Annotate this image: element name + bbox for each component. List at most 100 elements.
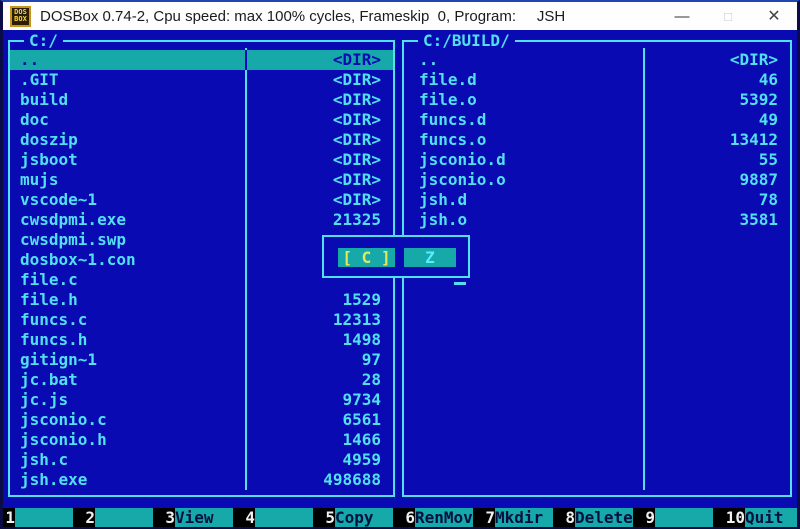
fkey-slot-8[interactable]: 8Delete <box>563 508 643 527</box>
file-size: 1529 <box>342 290 393 310</box>
file-size: 6561 <box>342 410 393 430</box>
fkey-slot-5[interactable]: 5Copy <box>323 508 403 527</box>
right-file-row[interactable]: file.d 46 <box>404 70 790 90</box>
close-button[interactable]: ✕ <box>751 2 797 30</box>
left-file-row[interactable]: jsh.c4959 <box>10 450 393 470</box>
file-size: <DIR> <box>333 50 393 70</box>
right-file-row[interactable]: jsh.o3581 <box>404 210 790 230</box>
app-icon-text-bottom: BOX <box>14 16 27 23</box>
fkey-slot-4[interactable]: 4 <box>243 508 323 527</box>
right-file-row[interactable]: file.o 5392 <box>404 90 790 110</box>
file-size: 49 <box>759 110 790 130</box>
file-name: jc.bat <box>10 370 78 390</box>
left-file-row[interactable]: jsh.exe498688 <box>10 470 393 490</box>
fkey-label <box>255 508 313 527</box>
window-controls: — □ ✕ <box>659 2 797 30</box>
minimize-button[interactable]: — <box>659 2 705 30</box>
fkey-number: 8 <box>563 508 575 527</box>
right-file-row[interactable]: jsconio.d55 <box>404 150 790 170</box>
file-size: <DIR> <box>730 50 790 70</box>
file-name: jc.js <box>10 390 68 410</box>
left-file-row[interactable]: jsconio.c6561 <box>10 410 393 430</box>
file-name: file.h <box>10 290 78 310</box>
fkey-number: 2 <box>83 508 95 527</box>
dosbox-app-icon: DOS BOX <box>10 6 31 27</box>
left-file-row[interactable]: doc <DIR> <box>10 110 393 130</box>
left-file-row[interactable]: file.h 1529 <box>10 290 393 310</box>
left-file-row[interactable]: gitign~1 97 <box>10 350 393 370</box>
file-name: gitign~1 <box>10 350 97 370</box>
fkey-slot-6[interactable]: 6RenMov <box>403 508 483 527</box>
drive-button-z[interactable]: Z <box>404 248 456 267</box>
fkey-slot-7[interactable]: 7Mkdir <box>483 508 563 527</box>
drive-button-c[interactable]: [ C ] <box>338 248 395 267</box>
fkey-label: View <box>175 508 233 527</box>
file-name: doc <box>10 110 49 130</box>
fkey-number: 4 <box>243 508 255 527</box>
file-size: <DIR> <box>333 190 393 210</box>
maximize-icon: □ <box>724 9 732 24</box>
left-file-row[interactable]: mujs<DIR> <box>10 170 393 190</box>
right-file-row[interactable]: jsh.d78 <box>404 190 790 210</box>
close-icon: ✕ <box>767 6 780 26</box>
left-file-row[interactable]: cwsdpmi.exe21325 <box>10 210 393 230</box>
file-name: doszip <box>10 130 78 150</box>
right-file-row[interactable]: ..<DIR> <box>404 50 790 70</box>
file-size: 9887 <box>739 170 790 190</box>
right-file-row[interactable]: funcs.o13412 <box>404 130 790 150</box>
file-size: 498688 <box>323 470 393 490</box>
dos-screen: C:/ ..<DIR>.GIT<DIR>build<DIR>doc<DIR>do… <box>3 30 797 527</box>
file-size: 9734 <box>342 390 393 410</box>
file-size: <DIR> <box>333 170 393 190</box>
fkey-slot-2[interactable]: 2 <box>83 508 163 527</box>
fkey-slot-10[interactable]: 10Quit <box>723 508 797 527</box>
right-file-row[interactable]: jsconio.o9887 <box>404 170 790 190</box>
left-file-row[interactable]: jc.js 9734 <box>10 390 393 410</box>
file-size: 46 <box>759 70 790 90</box>
function-key-bar: 123View45Copy6RenMov7Mkdir8Delete910Quit <box>3 508 797 527</box>
dosbox-window: DOS BOX DOSBox 0.74-2, Cpu speed: max 10… <box>0 0 800 529</box>
left-file-row[interactable]: .GIT<DIR> <box>10 70 393 90</box>
left-file-row[interactable]: jsboot <DIR> <box>10 150 393 170</box>
file-name: funcs.d <box>404 110 486 130</box>
left-file-row[interactable]: jc.bat 28 <box>10 370 393 390</box>
left-file-row[interactable]: build <DIR> <box>10 90 393 110</box>
left-file-row[interactable]: doszip<DIR> <box>10 130 393 150</box>
file-size: 5392 <box>739 90 790 110</box>
right-file-row[interactable]: funcs.d 49 <box>404 110 790 130</box>
drive-select-dialog: [ C ] Z <box>322 235 470 278</box>
file-name: jsboot <box>10 150 78 170</box>
left-file-row[interactable]: funcs.c12313 <box>10 310 393 330</box>
file-size: 97 <box>362 350 393 370</box>
file-size: 3581 <box>739 210 790 230</box>
maximize-button[interactable]: □ <box>705 2 751 30</box>
minimize-icon: — <box>675 8 690 25</box>
fkey-slot-1[interactable]: 1 <box>3 508 83 527</box>
fkey-number: 7 <box>483 508 495 527</box>
file-size: <DIR> <box>333 90 393 110</box>
file-name: funcs.h <box>10 330 87 350</box>
file-size: <DIR> <box>333 110 393 130</box>
file-name: jsconio.h <box>10 430 107 450</box>
fkey-label <box>95 508 153 527</box>
fkey-number: 3 <box>163 508 175 527</box>
left-file-row[interactable]: funcs.h 1498 <box>10 330 393 350</box>
file-name: file.d <box>404 70 477 90</box>
file-size: <DIR> <box>333 150 393 170</box>
file-name: cwsdpmi.swp <box>10 230 126 250</box>
file-name: vscode~1 <box>10 190 97 210</box>
left-file-row[interactable]: jsconio.h 1466 <box>10 430 393 450</box>
fkey-slot-3[interactable]: 3View <box>163 508 243 527</box>
fkey-number: 10 <box>723 508 745 527</box>
file-name: build <box>10 90 68 110</box>
file-size: 1498 <box>342 330 393 350</box>
left-file-row[interactable]: ..<DIR> <box>10 50 393 70</box>
fkey-slot-9[interactable]: 9 <box>643 508 723 527</box>
fkey-number: 9 <box>643 508 655 527</box>
file-size: 28 <box>362 370 393 390</box>
file-size: 1466 <box>342 430 393 450</box>
window-title: DOSBox 0.74-2, Cpu speed: max 100% cycle… <box>40 8 659 25</box>
file-name: file.o <box>404 90 477 110</box>
left-file-row[interactable]: vscode~1 <DIR> <box>10 190 393 210</box>
fkey-label: Copy <box>335 508 393 527</box>
